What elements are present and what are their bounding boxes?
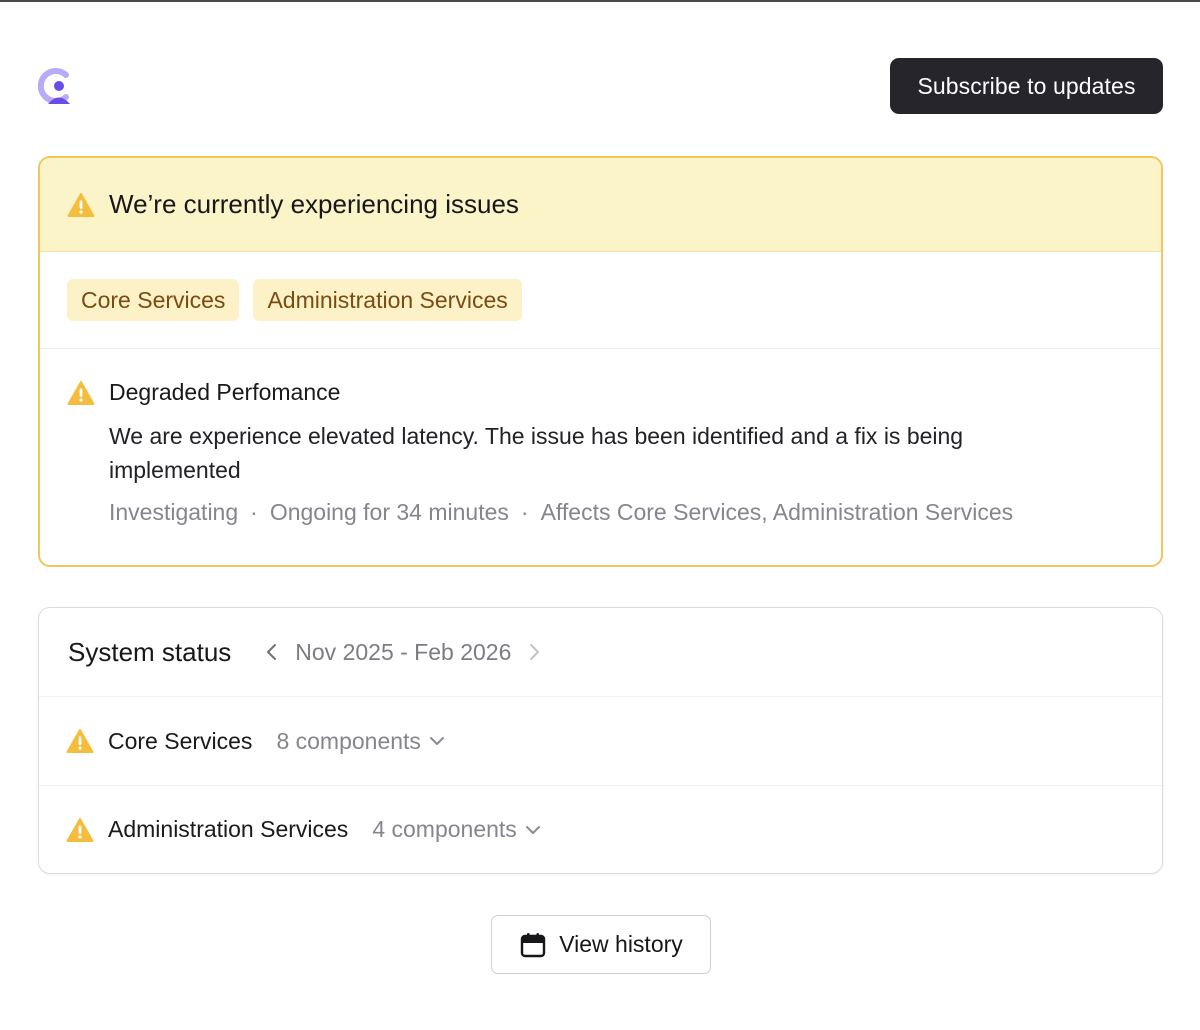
- update-body: We are experience elevated latency. The …: [109, 423, 964, 483]
- incident-update: Degraded Perfomance We are experience el…: [40, 349, 1161, 526]
- system-status-card: System status Nov 2025 - Feb 2026 Core S…: [38, 607, 1163, 874]
- incident-title: We’re currently experiencing issues: [109, 189, 519, 219]
- chevron-left-icon[interactable]: [261, 641, 283, 663]
- update-title[interactable]: Degraded Perfomance: [109, 379, 340, 406]
- incident-header: We’re currently experiencing issues: [40, 158, 1161, 252]
- subscribe-button[interactable]: Subscribe to updates: [890, 58, 1163, 114]
- update-duration: Ongoing for 34 minutes: [269, 499, 509, 525]
- date-range-label: Nov 2025 - Feb 2026: [295, 638, 512, 665]
- view-history-label: View history: [559, 931, 683, 957]
- warning-triangle-icon: [66, 729, 94, 753]
- brand-logo-icon[interactable]: [38, 66, 74, 106]
- group-component-count[interactable]: 8 components: [276, 728, 420, 755]
- chevron-right-icon[interactable]: [523, 641, 545, 663]
- system-status-header: System status Nov 2025 - Feb 2026: [39, 608, 1162, 697]
- warning-triangle-icon: [67, 192, 95, 217]
- group-component-count[interactable]: 4 components: [372, 816, 516, 843]
- warning-triangle-icon: [66, 817, 94, 842]
- tag-core-services[interactable]: Core Services: [67, 279, 240, 321]
- update-affects: Affects Core Services, Administration Se…: [540, 499, 1014, 525]
- system-status-title: System status: [68, 636, 232, 667]
- group-name: Core Services: [108, 727, 253, 754]
- tag-administration-services[interactable]: Administration Services: [253, 279, 522, 321]
- status-group-administration-services[interactable]: Administration Services 4 components: [39, 785, 1162, 873]
- status-group-core-services[interactable]: Core Services 8 components: [39, 697, 1162, 785]
- chevron-down-icon[interactable]: [427, 731, 447, 751]
- update-meta: Investigating · Ongoing for 34 minutes · Aff…: [109, 499, 1014, 525]
- affected-tags: Core Services Administration Services: [40, 252, 1161, 349]
- top-border: [0, 0, 1200, 2]
- group-name: Administration Services: [108, 816, 349, 842]
- view-history-button[interactable]: View history: [491, 915, 711, 974]
- page-header: Subscribe to updates: [38, 58, 1163, 114]
- incident-banner: We’re currently experiencing issues Core…: [38, 156, 1163, 567]
- warning-triangle-icon: [67, 380, 95, 405]
- date-range-selector: Nov 2025 - Feb 2026: [261, 639, 545, 666]
- chevron-down-icon[interactable]: [523, 820, 543, 840]
- update-status: Investigating: [109, 499, 239, 525]
- calendar-icon: [521, 932, 546, 957]
